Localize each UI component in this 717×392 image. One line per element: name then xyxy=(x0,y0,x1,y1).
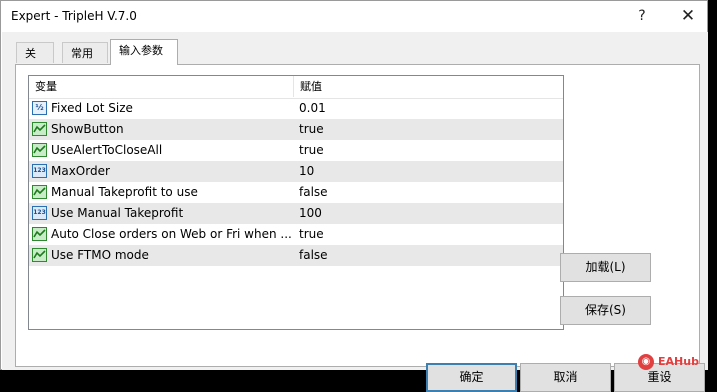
window-title: Expert - TripleH V.7.0 xyxy=(11,9,137,23)
grid-header: 变量 赋值 xyxy=(29,76,563,99)
table-row[interactable]: ½ Fixed Lot Size 0.01 xyxy=(29,98,563,119)
column-header-value[interactable]: 赋值 xyxy=(294,76,563,97)
variable-name: UseAlertToCloseAll xyxy=(51,143,163,157)
table-row[interactable]: UseAlertToCloseAll true xyxy=(29,140,563,161)
inputs-grid: 变量 赋值 ½ Fixed Lot Size 0.01 ShowButton t… xyxy=(28,75,564,330)
column-header-variable[interactable]: 变量 xyxy=(29,76,294,97)
variable-name: MaxOrder xyxy=(51,164,110,178)
bool-param-icon xyxy=(32,185,47,199)
dialog-client-area: 关于 常用 输入参数 变量 赋值 ½ Fixed Lot Size 0.01 S… xyxy=(2,32,708,392)
expert-properties-dialog: Expert - TripleH V.7.0 ? ✕ 关于 常用 输入参数 变量… xyxy=(0,0,708,392)
watermark: ◉ EAHub xyxy=(638,352,716,374)
variable-name: Auto Close orders on Web or Fri when ... xyxy=(51,227,291,241)
tab-about[interactable]: 关于 xyxy=(16,42,54,81)
variable-value[interactable]: false xyxy=(299,245,559,266)
watermark-text: EAHub xyxy=(658,355,699,368)
variable-name: Fixed Lot Size xyxy=(51,101,133,115)
double-param-icon: ½ xyxy=(32,101,47,115)
save-button[interactable]: 保存(S) xyxy=(560,296,651,325)
variable-name: ShowButton xyxy=(51,122,124,136)
variable-value[interactable]: 10 xyxy=(299,161,559,182)
table-row[interactable]: Manual Takeprofit to use false xyxy=(29,182,563,203)
variable-value[interactable]: true xyxy=(299,224,559,245)
watermark-logo-icon: ◉ xyxy=(638,354,654,370)
tab-common[interactable]: 常用 xyxy=(62,42,108,63)
int-param-icon: 123 xyxy=(32,164,47,178)
variable-value[interactable]: 100 xyxy=(299,203,559,224)
close-icon[interactable]: ✕ xyxy=(674,5,702,27)
help-button[interactable]: ? xyxy=(628,5,656,27)
bool-param-icon xyxy=(32,143,47,157)
bool-param-icon xyxy=(32,122,47,136)
table-row[interactable]: 123 Use Manual Takeprofit 100 xyxy=(29,203,563,224)
table-row[interactable]: 123 MaxOrder 10 xyxy=(29,161,563,182)
load-button[interactable]: 加载(L) xyxy=(560,253,651,282)
variable-name: Use Manual Takeprofit xyxy=(51,206,184,220)
tab-inputs[interactable]: 输入参数 xyxy=(110,39,178,65)
title-bar[interactable]: Expert - TripleH V.7.0 ? ✕ xyxy=(1,1,707,32)
variable-value[interactable]: true xyxy=(299,140,559,161)
variable-value[interactable]: false xyxy=(299,182,559,203)
int-param-icon: 123 xyxy=(32,206,47,220)
table-row[interactable]: Auto Close orders on Web or Fri when ...… xyxy=(29,224,563,245)
variable-name: Use FTMO mode xyxy=(51,248,149,262)
table-row[interactable]: Use FTMO mode false xyxy=(29,245,563,266)
variable-value[interactable]: true xyxy=(299,119,559,140)
variable-value[interactable]: 0.01 xyxy=(299,98,559,119)
table-row[interactable]: ShowButton true xyxy=(29,119,563,140)
variable-name: Manual Takeprofit to use xyxy=(51,185,198,199)
bool-param-icon xyxy=(32,248,47,262)
bool-param-icon xyxy=(32,227,47,241)
